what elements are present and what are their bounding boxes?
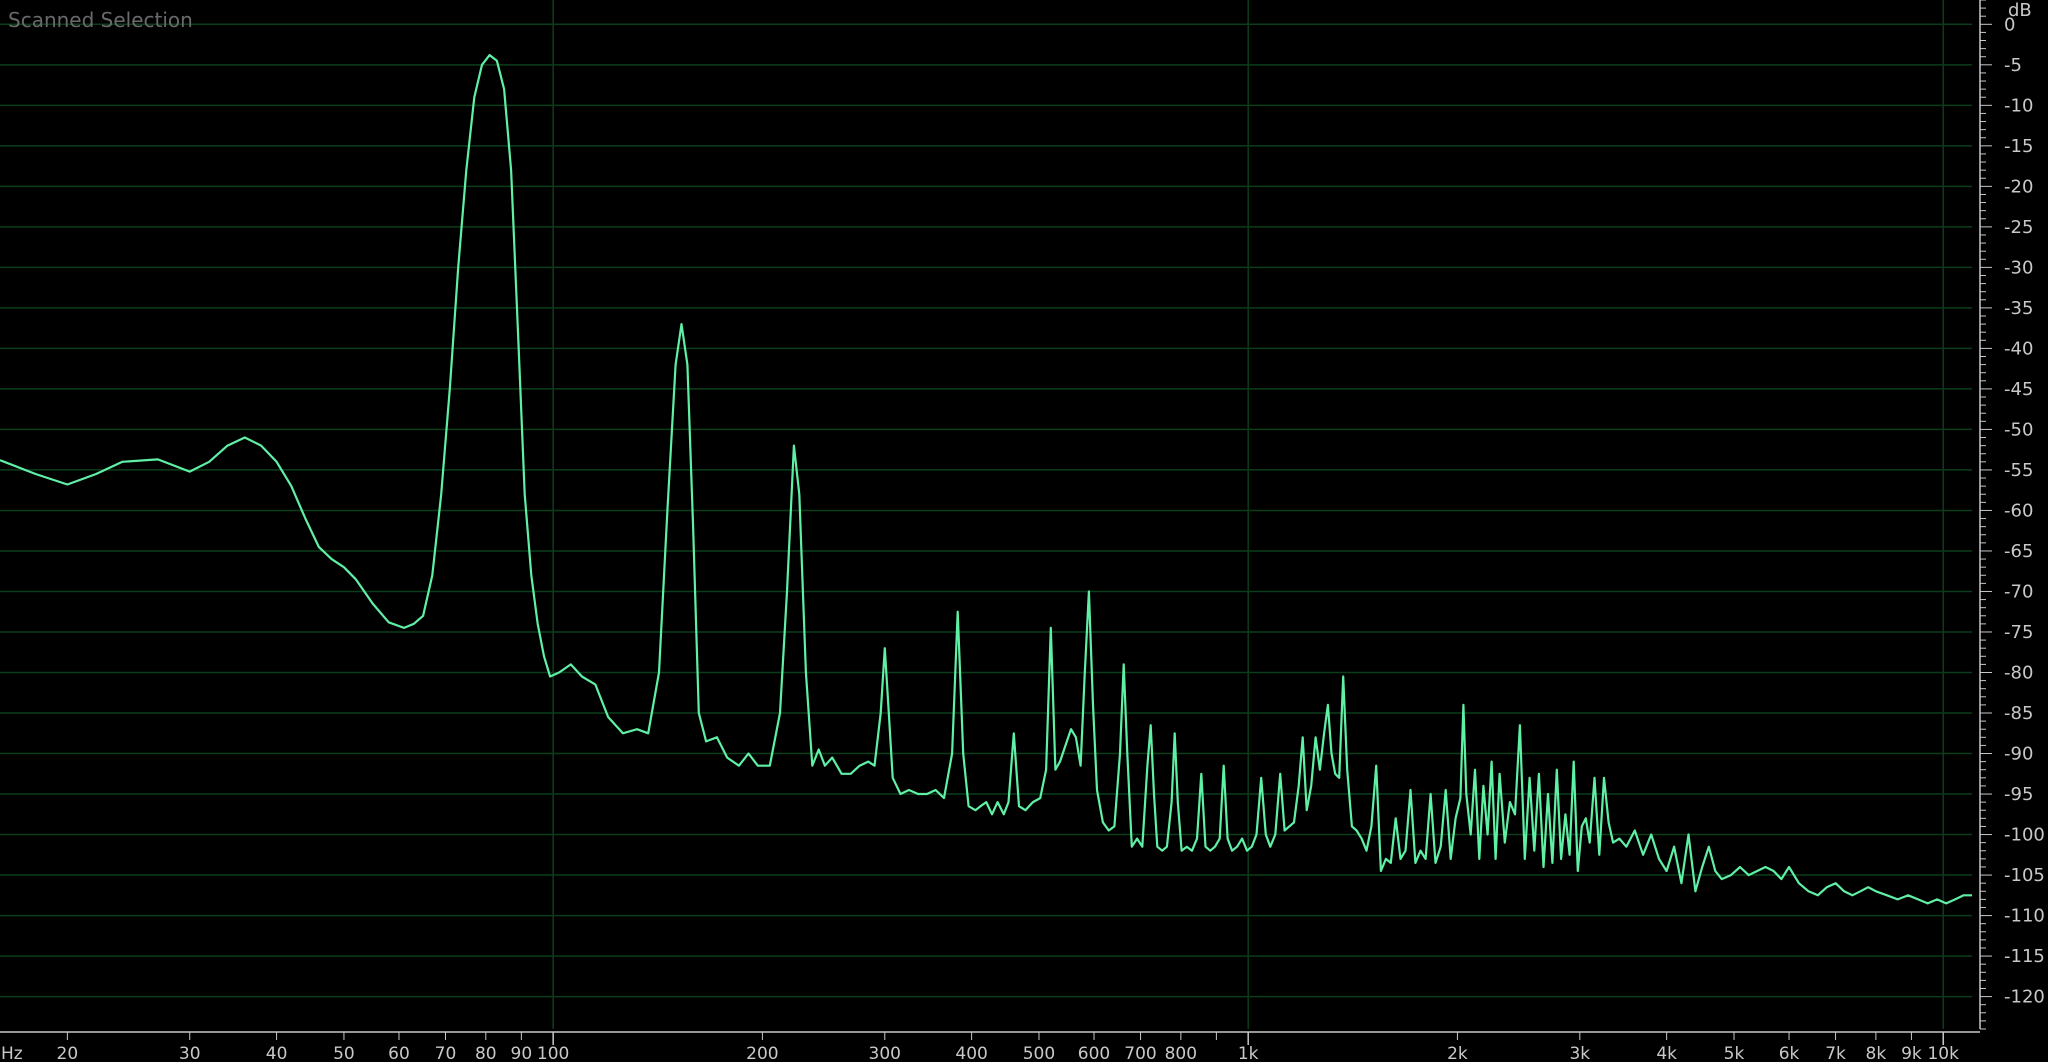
db-tick-label: -25 xyxy=(2004,217,2033,238)
db-tick-label: -70 xyxy=(2004,581,2033,602)
db-tick-label: -110 xyxy=(2004,906,2045,927)
db-tick-label: -105 xyxy=(2004,865,2045,886)
plot-background xyxy=(0,0,2048,1062)
frequency-tick-label: 7k xyxy=(1825,1044,1846,1062)
frequency-tick-label: 50 xyxy=(333,1044,355,1062)
db-tick-label: -10 xyxy=(2004,95,2033,116)
db-tick-label: -120 xyxy=(2004,987,2045,1008)
frequency-tick-label: 100 xyxy=(537,1044,569,1062)
frequency-tick-label: 400 xyxy=(955,1044,987,1062)
frequency-tick-label: 40 xyxy=(266,1044,288,1062)
db-axis-label: dB xyxy=(2008,0,2032,21)
frequency-tick-label: 1k xyxy=(1238,1044,1259,1062)
frequency-tick-label: 20 xyxy=(57,1044,79,1062)
db-tick-label: -50 xyxy=(2004,419,2033,440)
db-tick-label: -85 xyxy=(2004,703,2033,724)
db-tick-label: -30 xyxy=(2004,257,2033,278)
frequency-tick-label: 70 xyxy=(435,1044,457,1062)
frequency-tick-label: 5k xyxy=(1724,1044,1745,1062)
db-tick-label: -40 xyxy=(2004,338,2033,359)
frequency-tick-label: 60 xyxy=(388,1044,410,1062)
frequency-tick-label: 2k xyxy=(1447,1044,1468,1062)
frequency-tick-label: 3k xyxy=(1569,1044,1590,1062)
frequency-tick-label: 500 xyxy=(1023,1044,1055,1062)
db-tick-label: -35 xyxy=(2004,298,2033,319)
frequency-tick-label: 90 xyxy=(511,1044,533,1062)
frequency-axis-label: Hz xyxy=(1,1044,23,1062)
frequency-tick-label: 10k xyxy=(1927,1044,1959,1062)
db-tick-label: -95 xyxy=(2004,784,2033,805)
db-tick-label: -60 xyxy=(2004,500,2033,521)
frequency-tick-label: 200 xyxy=(746,1044,778,1062)
frequency-tick-label: 80 xyxy=(475,1044,497,1062)
db-tick-label: -45 xyxy=(2004,379,2033,400)
frequency-tick-label: 300 xyxy=(869,1044,901,1062)
db-tick-label: -80 xyxy=(2004,662,2033,683)
db-tick-label: -20 xyxy=(2004,176,2033,197)
db-tick-label: -65 xyxy=(2004,541,2033,562)
db-tick-label: -55 xyxy=(2004,460,2033,481)
frequency-tick-label: 600 xyxy=(1078,1044,1110,1062)
frequency-analysis-chart: 0-5-10-15-20-25-30-35-40-45-50-55-60-65-… xyxy=(0,0,2048,1062)
db-tick-label: -90 xyxy=(2004,744,2033,765)
db-tick-label: -100 xyxy=(2004,825,2045,846)
frequency-tick-label: 700 xyxy=(1124,1044,1156,1062)
frequency-tick-label: 4k xyxy=(1656,1044,1677,1062)
frequency-tick-label: 8k xyxy=(1866,1044,1887,1062)
frequency-tick-label: 6k xyxy=(1779,1044,1800,1062)
db-tick-label: -115 xyxy=(2004,946,2045,967)
db-tick-label: -15 xyxy=(2004,136,2033,157)
frequency-tick-label: 30 xyxy=(179,1044,201,1062)
frequency-tick-label: 800 xyxy=(1165,1044,1197,1062)
db-tick-label: -5 xyxy=(2004,55,2022,76)
db-tick-label: -75 xyxy=(2004,622,2033,643)
panel-title: Scanned Selection xyxy=(8,8,193,32)
frequency-tick-label: 9k xyxy=(1901,1044,1922,1062)
